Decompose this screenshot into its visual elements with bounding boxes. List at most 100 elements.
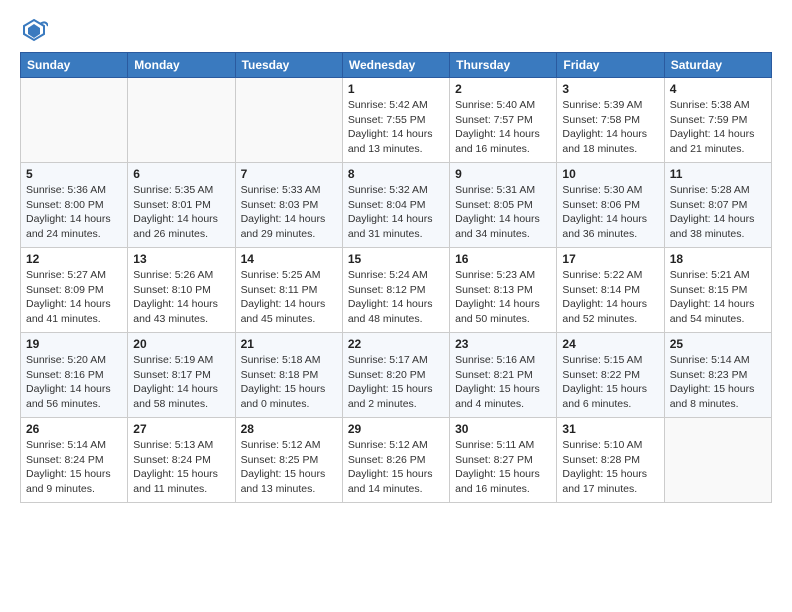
- calendar-cell: 5 Sunrise: 5:36 AMSunset: 8:00 PMDaylight…: [21, 163, 128, 248]
- day-info: Sunrise: 5:12 AMSunset: 8:26 PMDaylight:…: [348, 438, 444, 497]
- day-info: Sunrise: 5:30 AMSunset: 8:06 PMDaylight:…: [562, 183, 658, 242]
- calendar-cell: 7Sunrise: 5:33 AMSunset: 8:03 PMDaylight…: [235, 163, 342, 248]
- day-number: 23: [455, 337, 551, 351]
- calendar-cell: 6 Sunrise: 5:35 AMSunset: 8:01 PMDaylight…: [128, 163, 235, 248]
- day-number: 16: [455, 252, 551, 266]
- day-number: 11: [670, 167, 766, 181]
- weekday-header: Wednesday: [342, 53, 449, 78]
- day-number: 31: [562, 422, 658, 436]
- day-info: Sunrise: 5:11 AMSunset: 8:27 PMDaylight:…: [455, 438, 551, 497]
- calendar-cell: 27 Sunrise: 5:13 AMSunset: 8:24 PMDayligh…: [128, 418, 235, 503]
- calendar-cell: 28 Sunrise: 5:12 AMSunset: 8:25 PMDayligh…: [235, 418, 342, 503]
- day-number: 2: [455, 82, 551, 96]
- calendar-cell: 2 Sunrise: 5:40 AMSunset: 7:57 PMDaylight…: [450, 78, 557, 163]
- day-number: 5: [26, 167, 122, 181]
- calendar-cell: 21 Sunrise: 5:18 AMSunset: 8:18 PMDayligh…: [235, 333, 342, 418]
- weekday-header: Saturday: [664, 53, 771, 78]
- day-number: 14: [241, 252, 337, 266]
- day-number: 28: [241, 422, 337, 436]
- calendar-cell: 3 Sunrise: 5:39 AMSunset: 7:58 PMDaylight…: [557, 78, 664, 163]
- day-info: Sunrise: 5:12 AMSunset: 8:25 PMDaylight:…: [241, 438, 337, 497]
- page-header: [20, 16, 772, 44]
- calendar-cell: 22 Sunrise: 5:17 AMSunset: 8:20 PMDayligh…: [342, 333, 449, 418]
- day-info: Sunrise: 5:13 AMSunset: 8:24 PMDaylight:…: [133, 438, 229, 497]
- calendar-cell: [235, 78, 342, 163]
- day-number: 18: [670, 252, 766, 266]
- weekday-row: SundayMondayTuesdayWednesdayThursdayFrid…: [21, 53, 772, 78]
- weekday-header: Sunday: [21, 53, 128, 78]
- day-info: Sunrise: 5:23 AMSunset: 8:13 PMDaylight:…: [455, 268, 551, 327]
- weekday-header: Thursday: [450, 53, 557, 78]
- day-info: Sunrise: 5:39 AMSunset: 7:58 PMDaylight:…: [562, 98, 658, 157]
- day-info: Sunrise: 5:20 AMSunset: 8:16 PMDaylight:…: [26, 353, 122, 412]
- calendar-cell: 11 Sunrise: 5:28 AMSunset: 8:07 PMDayligh…: [664, 163, 771, 248]
- day-info: Sunrise: 5:22 AMSunset: 8:14 PMDaylight:…: [562, 268, 658, 327]
- day-number: 29: [348, 422, 444, 436]
- calendar-cell: 4 Sunrise: 5:38 AMSunset: 7:59 PMDaylight…: [664, 78, 771, 163]
- calendar-cell: 25Sunrise: 5:14 AMSunset: 8:23 PMDayligh…: [664, 333, 771, 418]
- calendar-cell: 10 Sunrise: 5:30 AMSunset: 8:06 PMDayligh…: [557, 163, 664, 248]
- calendar-cell: 8 Sunrise: 5:32 AMSunset: 8:04 PMDaylight…: [342, 163, 449, 248]
- day-info: Sunrise: 5:32 AMSunset: 8:04 PMDaylight:…: [348, 183, 444, 242]
- day-info: Sunrise: 5:18 AMSunset: 8:18 PMDaylight:…: [241, 353, 337, 412]
- calendar-cell: 17 Sunrise: 5:22 AMSunset: 8:14 PMDayligh…: [557, 248, 664, 333]
- day-number: 12: [26, 252, 122, 266]
- weekday-header: Monday: [128, 53, 235, 78]
- day-number: 30: [455, 422, 551, 436]
- day-info: Sunrise: 5:35 AMSunset: 8:01 PMDaylight:…: [133, 183, 229, 242]
- day-number: 15: [348, 252, 444, 266]
- day-info: Sunrise: 5:27 AMSunset: 8:09 PMDaylight:…: [26, 268, 122, 327]
- calendar-cell: 26Sunrise: 5:14 AMSunset: 8:24 PMDayligh…: [21, 418, 128, 503]
- calendar-cell: 29 Sunrise: 5:12 AMSunset: 8:26 PMDayligh…: [342, 418, 449, 503]
- day-number: 4: [670, 82, 766, 96]
- day-number: 19: [26, 337, 122, 351]
- day-number: 3: [562, 82, 658, 96]
- day-info: Sunrise: 5:19 AMSunset: 8:17 PMDaylight:…: [133, 353, 229, 412]
- day-info: Sunrise: 5:26 AMSunset: 8:10 PMDaylight:…: [133, 268, 229, 327]
- day-number: 22: [348, 337, 444, 351]
- calendar-cell: 13Sunrise: 5:26 AMSunset: 8:10 PMDayligh…: [128, 248, 235, 333]
- day-number: 27: [133, 422, 229, 436]
- day-number: 6: [133, 167, 229, 181]
- day-number: 21: [241, 337, 337, 351]
- calendar-cell: 30 Sunrise: 5:11 AMSunset: 8:27 PMDayligh…: [450, 418, 557, 503]
- calendar-week: 19 Sunrise: 5:20 AMSunset: 8:16 PMDayligh…: [21, 333, 772, 418]
- calendar: SundayMondayTuesdayWednesdayThursdayFrid…: [20, 52, 772, 503]
- calendar-cell: 20Sunrise: 5:19 AMSunset: 8:17 PMDayligh…: [128, 333, 235, 418]
- calendar-cell: 15 Sunrise: 5:24 AMSunset: 8:12 PMDayligh…: [342, 248, 449, 333]
- day-info: Sunrise: 5:16 AMSunset: 8:21 PMDaylight:…: [455, 353, 551, 412]
- calendar-week: 5 Sunrise: 5:36 AMSunset: 8:00 PMDaylight…: [21, 163, 772, 248]
- day-number: 7: [241, 167, 337, 181]
- logo-icon: [20, 16, 48, 44]
- calendar-week: 26Sunrise: 5:14 AMSunset: 8:24 PMDayligh…: [21, 418, 772, 503]
- day-number: 17: [562, 252, 658, 266]
- calendar-cell: 1 Sunrise: 5:42 AMSunset: 7:55 PMDaylight…: [342, 78, 449, 163]
- day-info: Sunrise: 5:17 AMSunset: 8:20 PMDaylight:…: [348, 353, 444, 412]
- day-info: Sunrise: 5:28 AMSunset: 8:07 PMDaylight:…: [670, 183, 766, 242]
- day-number: 10: [562, 167, 658, 181]
- day-info: Sunrise: 5:24 AMSunset: 8:12 PMDaylight:…: [348, 268, 444, 327]
- day-info: Sunrise: 5:14 AMSunset: 8:24 PMDaylight:…: [26, 438, 122, 497]
- calendar-cell: 12 Sunrise: 5:27 AMSunset: 8:09 PMDayligh…: [21, 248, 128, 333]
- calendar-cell: 31Sunrise: 5:10 AMSunset: 8:28 PMDayligh…: [557, 418, 664, 503]
- calendar-cell: 14Sunrise: 5:25 AMSunset: 8:11 PMDayligh…: [235, 248, 342, 333]
- calendar-body: 1 Sunrise: 5:42 AMSunset: 7:55 PMDaylight…: [21, 78, 772, 503]
- calendar-cell: [128, 78, 235, 163]
- calendar-cell: 24Sunrise: 5:15 AMSunset: 8:22 PMDayligh…: [557, 333, 664, 418]
- calendar-cell: [664, 418, 771, 503]
- calendar-week: 12 Sunrise: 5:27 AMSunset: 8:09 PMDayligh…: [21, 248, 772, 333]
- day-info: Sunrise: 5:31 AMSunset: 8:05 PMDaylight:…: [455, 183, 551, 242]
- calendar-cell: 9 Sunrise: 5:31 AMSunset: 8:05 PMDaylight…: [450, 163, 557, 248]
- day-info: Sunrise: 5:42 AMSunset: 7:55 PMDaylight:…: [348, 98, 444, 157]
- calendar-cell: 19 Sunrise: 5:20 AMSunset: 8:16 PMDayligh…: [21, 333, 128, 418]
- day-info: Sunrise: 5:40 AMSunset: 7:57 PMDaylight:…: [455, 98, 551, 157]
- day-info: Sunrise: 5:36 AMSunset: 8:00 PMDaylight:…: [26, 183, 122, 242]
- logo: [20, 16, 52, 44]
- day-number: 9: [455, 167, 551, 181]
- day-number: 24: [562, 337, 658, 351]
- day-number: 8: [348, 167, 444, 181]
- day-number: 1: [348, 82, 444, 96]
- day-info: Sunrise: 5:38 AMSunset: 7:59 PMDaylight:…: [670, 98, 766, 157]
- calendar-cell: 18Sunrise: 5:21 AMSunset: 8:15 PMDayligh…: [664, 248, 771, 333]
- day-info: Sunrise: 5:14 AMSunset: 8:23 PMDaylight:…: [670, 353, 766, 412]
